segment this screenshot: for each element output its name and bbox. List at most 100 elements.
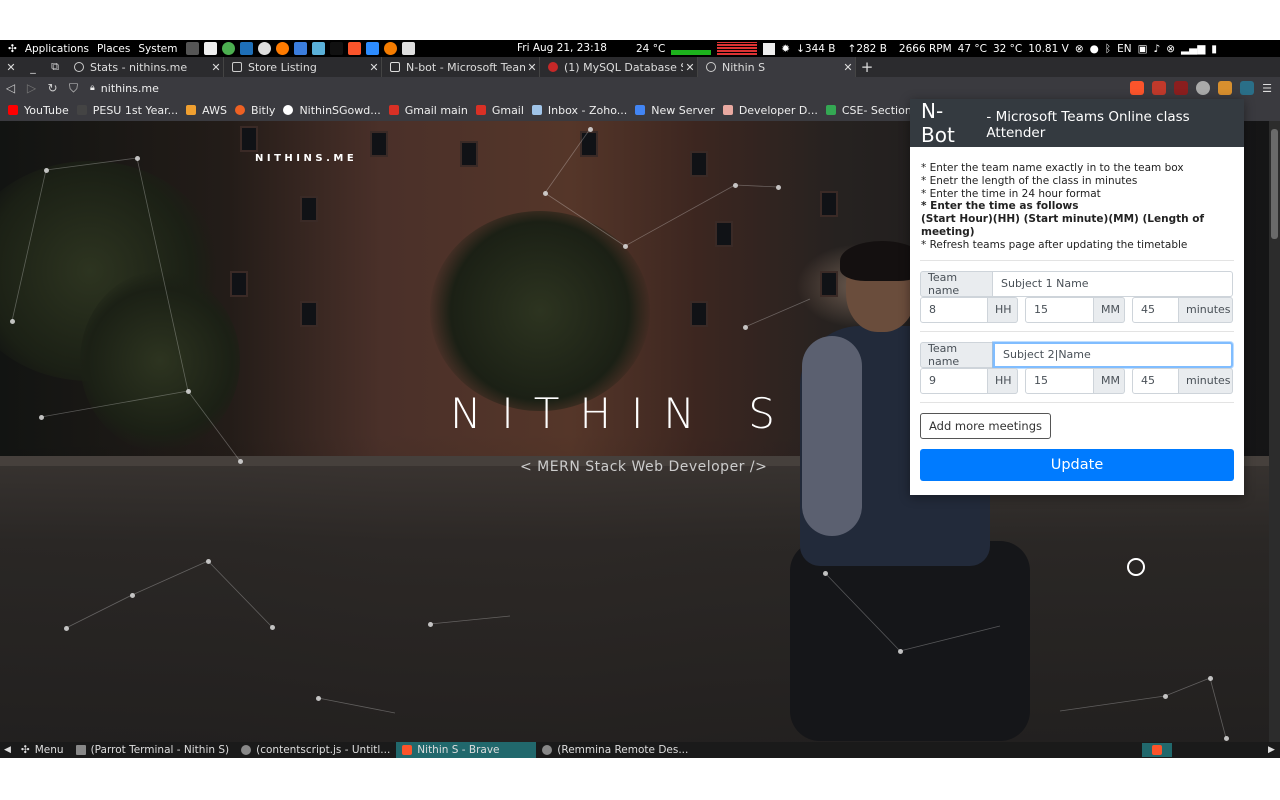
- bookmark-developer[interactable]: Developer D...: [722, 104, 818, 117]
- scrollbar-thumb[interactable]: [1271, 129, 1278, 239]
- minute-input[interactable]: 15: [1025, 367, 1094, 394]
- weather-text[interactable]: 24 °C: [636, 43, 665, 55]
- menu-system[interactable]: System: [138, 43, 177, 55]
- wifi-icon[interactable]: ▂▄▆: [1181, 43, 1205, 55]
- text-editor-launcher-icon[interactable]: [203, 42, 217, 55]
- team-name-input[interactable]: Subject 2|Name: [993, 341, 1233, 368]
- firefox-launcher-icon[interactable]: [275, 42, 289, 55]
- terminal-launcher-icon[interactable]: [185, 42, 199, 55]
- postman-launcher-icon[interactable]: [383, 42, 397, 55]
- window-minimize-icon[interactable]: _: [22, 61, 44, 74]
- taskbar-item-remmina[interactable]: (Remmina Remote Des...: [536, 742, 694, 758]
- ublock-icon[interactable]: [1174, 81, 1189, 95]
- tab-nbot[interactable]: N-bot - Microsoft Teams ✕: [382, 57, 540, 77]
- bookmark-cse[interactable]: CSE- Section...: [825, 104, 922, 117]
- remmina-icon: [542, 745, 553, 755]
- close-circle-icon[interactable]: ⊗: [1166, 43, 1175, 55]
- kali-launcher-icon[interactable]: [329, 42, 343, 55]
- zoom-launcher-icon[interactable]: [365, 42, 379, 55]
- page-scrollbar[interactable]: [1269, 121, 1280, 742]
- bookmark-gmail-main[interactable]: Gmail main: [388, 104, 468, 117]
- apps-menu-icon[interactable]: ✣: [8, 43, 17, 55]
- bluetooth-launcher-icon[interactable]: [293, 42, 307, 55]
- bookmark-zoho[interactable]: Inbox - Zoho...: [531, 103, 628, 117]
- taskbar-menu[interactable]: ✣ Menu: [15, 742, 70, 758]
- menu-applications[interactable]: Applications: [25, 43, 89, 55]
- bookmark-bitly[interactable]: Bitly: [234, 104, 275, 117]
- bookmark-new-server[interactable]: New Server: [635, 104, 715, 117]
- bookmark-youtube[interactable]: YouTube: [8, 104, 69, 117]
- taskbar-right-arrow-icon[interactable]: ▶: [1268, 742, 1275, 758]
- minute-input[interactable]: 15: [1025, 296, 1094, 323]
- drive-icon: [825, 105, 836, 115]
- browser-menu-icon[interactable]: ☰: [1262, 82, 1272, 95]
- bookmark-github[interactable]: NithinSGowd...: [283, 104, 381, 117]
- app-launcher-icon[interactable]: [311, 42, 325, 55]
- app-tray-icon[interactable]: [763, 42, 776, 55]
- taskbar-item-terminal[interactable]: (Parrot Terminal - Nithin S): [70, 742, 236, 758]
- tab-store-listing[interactable]: Store Listing ✕: [224, 57, 382, 77]
- bookmark-gmail[interactable]: Gmail: [475, 104, 524, 117]
- page-icon: [390, 62, 400, 72]
- update-button[interactable]: Update: [920, 448, 1234, 481]
- tab-mysql[interactable]: (1) MySQL Database Ser ✕: [540, 57, 698, 77]
- taskbar-item-brave[interactable]: Nithin S - Brave: [396, 742, 537, 758]
- brave-shields-icon[interactable]: [1130, 81, 1145, 95]
- url-field[interactable]: 🔒︎ nithins.me: [90, 82, 159, 95]
- panel-clock[interactable]: Fri Aug 21, 23:18: [517, 40, 607, 57]
- brave-launcher-icon[interactable]: [347, 42, 361, 55]
- hero-name: NITHIN S: [450, 389, 795, 438]
- site-logo[interactable]: NITHINS.ME: [255, 153, 357, 164]
- window-close-icon[interactable]: ✕: [0, 61, 22, 74]
- hour-input[interactable]: 8: [920, 296, 988, 323]
- tab-close-icon[interactable]: ✕: [209, 61, 223, 74]
- bookmark-pesu[interactable]: PESU 1st Year...: [76, 104, 178, 117]
- bookmark-aws[interactable]: AWS: [186, 104, 227, 117]
- tab-title: Store Listing: [248, 60, 317, 74]
- taskbar-brave-tray[interactable]: [1142, 743, 1172, 757]
- key-extension-icon[interactable]: [1218, 81, 1233, 95]
- menu-places[interactable]: Places: [97, 43, 130, 55]
- volume-icon[interactable]: ♪: [1154, 43, 1161, 55]
- inbox-icon: [531, 105, 542, 115]
- tab-nithin-s[interactable]: Nithin S ✕: [698, 57, 856, 77]
- network-tray-icon[interactable]: ▣: [1138, 43, 1148, 55]
- bookmark-label: Inbox - Zoho...: [547, 103, 628, 117]
- tab-close-icon[interactable]: ✕: [683, 61, 697, 74]
- brightness-icon[interactable]: ✹: [781, 43, 790, 55]
- reload-icon[interactable]: ↻: [42, 81, 63, 95]
- brave-rewards-icon[interactable]: [1152, 81, 1167, 95]
- particle-dot: [135, 156, 140, 161]
- add-meetings-button[interactable]: Add more meetings: [920, 412, 1052, 439]
- battery-icon[interactable]: ▮: [1211, 43, 1217, 55]
- hour-input[interactable]: 9: [920, 367, 988, 394]
- bookmark-icon[interactable]: ⛉: [63, 81, 84, 96]
- new-tab-button[interactable]: +: [856, 58, 878, 76]
- taskbar-item-contentscript[interactable]: (contentscript.js - Untitl...: [235, 742, 396, 758]
- fan-text: 2666 RPM: [898, 42, 952, 55]
- circle-x-icon[interactable]: ⊗: [1075, 43, 1084, 55]
- settings-launcher-icon[interactable]: [257, 42, 271, 55]
- tab-close-icon[interactable]: ✕: [525, 61, 539, 74]
- bookmark-label: AWS: [202, 103, 227, 117]
- length-input[interactable]: 45: [1132, 367, 1179, 394]
- window-restore-icon[interactable]: ⧉: [44, 60, 66, 74]
- particle-dot: [1224, 736, 1229, 741]
- disk-icon[interactable]: ●: [1090, 43, 1099, 55]
- back-icon[interactable]: ◁: [0, 81, 21, 95]
- team-name-input[interactable]: Subject 1 Name: [993, 270, 1233, 297]
- extension-gear-icon[interactable]: [1196, 81, 1211, 95]
- taskbar-left-arrow-icon[interactable]: ◀: [0, 745, 15, 755]
- remmina-launcher-icon[interactable]: [401, 42, 415, 55]
- forward-icon[interactable]: ▷: [21, 81, 42, 95]
- bluetooth-tray-icon[interactable]: ᛒ: [1105, 43, 1111, 55]
- tab-close-icon[interactable]: ✕: [841, 61, 855, 74]
- nbot-extension-icon[interactable]: [1240, 81, 1255, 95]
- vscode-launcher-icon[interactable]: [239, 42, 253, 55]
- tab-stats[interactable]: Stats - nithins.me ✕: [66, 57, 224, 77]
- language-indicator[interactable]: EN: [1117, 43, 1132, 55]
- length-input[interactable]: 45: [1132, 296, 1179, 323]
- particle-dot: [623, 244, 628, 249]
- tab-close-icon[interactable]: ✕: [367, 61, 381, 74]
- chrome-launcher-icon[interactable]: [221, 42, 235, 55]
